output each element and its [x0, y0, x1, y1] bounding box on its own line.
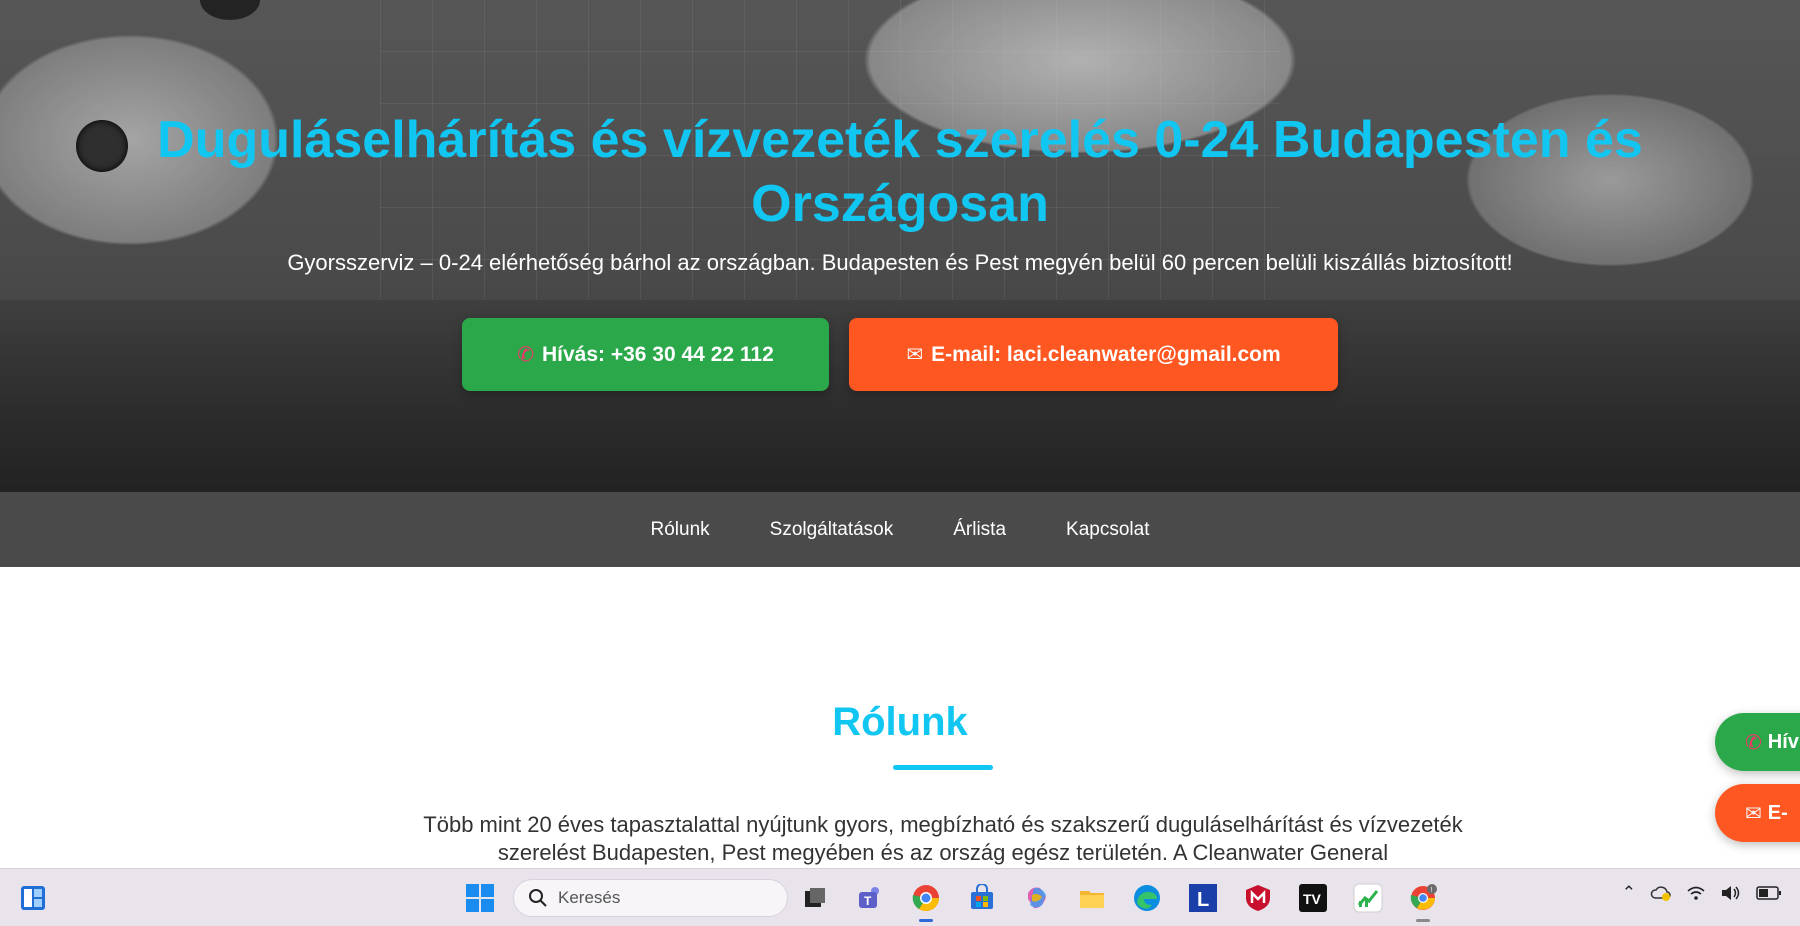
phone-icon: ✆: [517, 344, 534, 366]
search-icon: [529, 889, 547, 907]
hero-title: Duguláselhárítás és vízvezeték szerelés …: [157, 111, 1643, 233]
wifi-icon[interactable]: [1686, 884, 1706, 902]
chrome-active-indicator: [919, 919, 933, 922]
hero-cta-group: ✆ Hívás: +36 30 44 22 112 ✉ E-mail: laci…: [0, 318, 1800, 391]
mcafee-icon[interactable]: [1241, 881, 1275, 915]
copilot-icon[interactable]: [1020, 881, 1054, 915]
svg-text:L: L: [1197, 889, 1209, 911]
store-icon[interactable]: [965, 881, 999, 915]
email-button-label: E-mail: laci.cleanwater@gmail.com: [931, 342, 1281, 366]
floating-email-button[interactable]: ✉ E-: [1715, 784, 1800, 842]
widgets-icon[interactable]: [16, 881, 50, 915]
task-view-icon[interactable]: [798, 881, 832, 915]
email-button[interactable]: ✉ E-mail: laci.cleanwater@gmail.com: [849, 318, 1338, 391]
hero-section: Duguláselhárítás és vízvezeték szerelés …: [0, 0, 1800, 492]
hero-subtitle: Gyorsszerviz – 0-24 elérhetőség bárhol a…: [287, 250, 1513, 275]
svg-text:TV: TV: [1303, 891, 1322, 907]
floating-email-label: E-: [1767, 801, 1788, 824]
chrome-icon[interactable]: [909, 881, 943, 915]
chrome-notification-icon[interactable]: !: [1406, 881, 1440, 915]
taskbar-search-box[interactable]: Keresés: [513, 879, 788, 917]
about-title-underline: [893, 765, 993, 770]
nav-item-kapcsolat[interactable]: Kapcsolat: [1066, 519, 1149, 541]
tradingview-icon[interactable]: TV: [1296, 881, 1330, 915]
chevron-up-icon[interactable]: ⌃: [1622, 883, 1636, 903]
file-explorer-icon[interactable]: [1075, 881, 1109, 915]
nav-item-szolgaltatasok[interactable]: Szolgáltatások: [770, 519, 894, 541]
edge-icon[interactable]: [1130, 881, 1164, 915]
volume-icon[interactable]: [1720, 884, 1742, 902]
envelope-icon: ✉: [906, 344, 924, 366]
l-app-icon[interactable]: L: [1186, 881, 1220, 915]
nav-item-arlista[interactable]: Árlista: [953, 519, 1006, 541]
hero-overlay: [0, 0, 1800, 492]
phone-icon: ✆: [1745, 731, 1762, 754]
windows-taskbar: Keresés T L TV ! ⌃: [0, 868, 1800, 926]
nav-item-rolunk[interactable]: Rólunk: [651, 519, 710, 541]
call-button-label: Hívás: +36 30 44 22 112: [541, 342, 774, 366]
about-text: Több mint 20 éves tapasztalattal nyújtun…: [423, 812, 1463, 865]
floating-call-label: Hív: [1767, 730, 1799, 753]
chrome-notification-indicator: [1416, 919, 1430, 922]
teams-icon[interactable]: T: [853, 881, 887, 915]
windows-start-icon[interactable]: [463, 881, 497, 915]
envelope-icon: ✉: [1745, 802, 1762, 825]
taskbar-search-placeholder: Keresés: [558, 888, 621, 907]
main-nav: Rólunk Szolgáltatások Árlista Kapcsolat: [0, 492, 1800, 567]
battery-icon[interactable]: [1756, 885, 1782, 901]
cloud-warning-icon[interactable]: [1650, 884, 1672, 902]
about-title: Rólunk: [832, 700, 968, 744]
system-tray: ⌃: [1622, 883, 1782, 903]
call-button[interactable]: ✆ Hívás: +36 30 44 22 112: [462, 318, 829, 391]
svg-text:T: T: [864, 894, 872, 908]
floating-call-button[interactable]: ✆ Hív: [1715, 713, 1800, 771]
stocks-app-icon[interactable]: [1351, 881, 1385, 915]
svg-text:!: !: [1431, 887, 1433, 894]
